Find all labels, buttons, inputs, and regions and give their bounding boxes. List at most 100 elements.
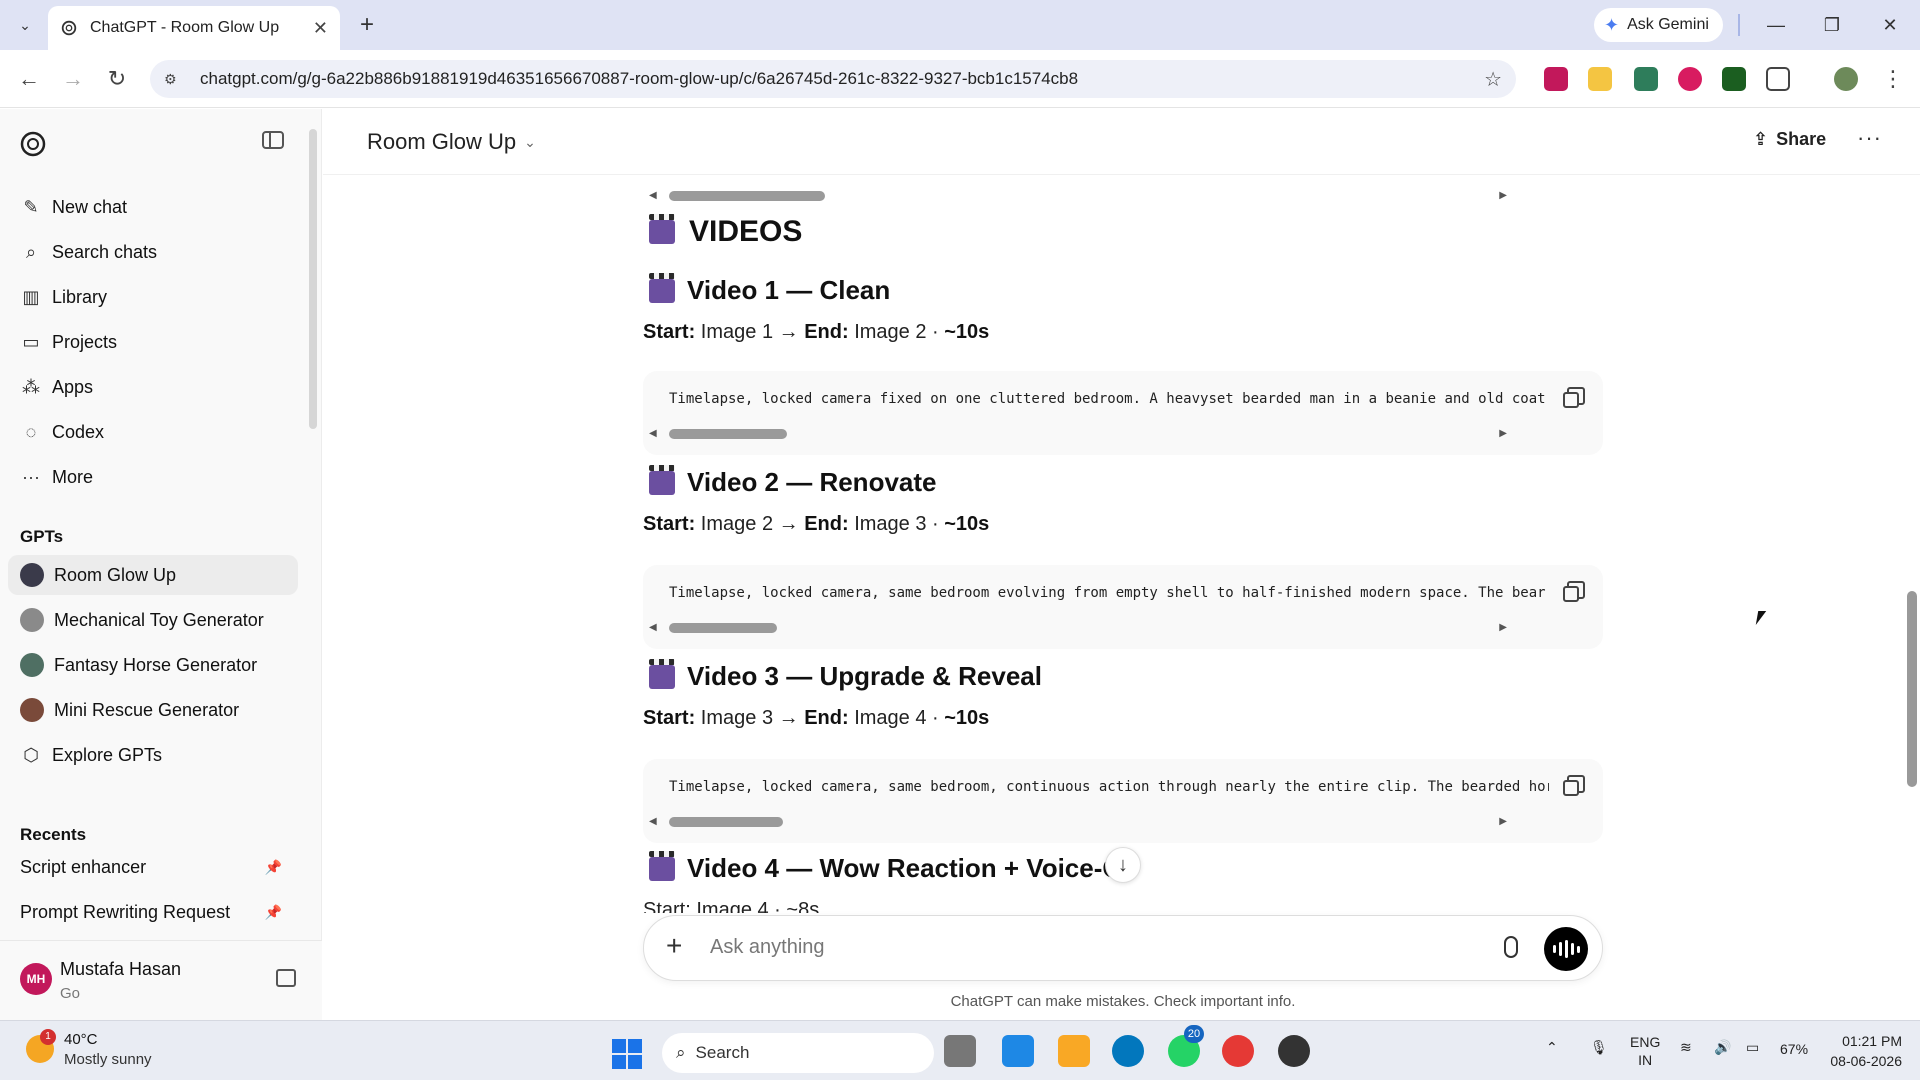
sidebar-item-search-chats[interactable]: ⌕ Search chats [8,232,298,272]
extension-notes-icon[interactable] [1588,67,1612,91]
battery-icon[interactable]: ▭ [1746,1039,1759,1056]
file-explorer-icon[interactable] [1058,1035,1090,1067]
lang-bottom: IN [1638,1052,1653,1068]
wifi-icon[interactable]: ≋ [1680,1039,1692,1056]
extension-clapper-icon[interactable] [1634,67,1658,91]
microphone-icon[interactable] [1504,936,1518,958]
edge-icon[interactable] [1112,1035,1144,1067]
extension-box-icon[interactable] [1722,67,1746,91]
browser-tab[interactable]: ChatGPT - Room Glow Up ✕ [48,6,340,50]
chevron-down-icon: ⌄ [524,133,536,150]
extension-download-icon[interactable] [1544,67,1568,91]
code-hscroll[interactable]: ◀ ▶ [649,187,1549,203]
reload-button[interactable]: ↻ [100,62,134,96]
tray-mic-icon[interactable]: 🎙 [1590,1039,1608,1056]
pin-icon[interactable]: 📌 [265,904,282,921]
start-label: Start: [643,707,696,729]
extension-shield-icon[interactable] [1678,67,1702,91]
sidebar-gpt-room-glow-up[interactable]: Room Glow Up [8,555,298,595]
add-attachment-icon[interactable]: + [666,930,682,962]
sidebar-item-codex[interactable]: ◌ Codex [8,412,298,452]
video-title: Video 3 — Upgrade & Reveal [649,658,1042,692]
close-window-button[interactable]: ✕ [1870,10,1910,40]
gpt-title-dropdown[interactable]: Room Glow Up ⌄ [367,129,536,155]
sidebar-gpt-mini-rescue-generator[interactable]: Mini Rescue Generator [8,690,298,730]
sidebar-gpt-mechanical-toy-generator[interactable]: Mechanical Toy Generator [8,600,298,640]
scroll-to-bottom-button[interactable]: ↓ [1105,847,1141,883]
scroll-thumb[interactable] [669,429,787,439]
copy-icon[interactable] [1561,579,1585,603]
chat-scrollbar[interactable] [1907,591,1917,787]
sidebar-item-library[interactable]: ▥ Library [8,277,298,317]
scroll-left-icon[interactable]: ◀ [649,622,657,633]
site-info-icon[interactable]: ⚙ [164,71,184,88]
section-title-text: VIDEOS [689,215,803,248]
voice-mode-button[interactable] [1544,927,1588,971]
minimize-window-button[interactable]: — [1756,10,1796,40]
sidebar: ✎ New chat ⌕ Search chats ▥ Library ▭ Projec… [0,109,322,1020]
forward-button[interactable]: → [56,62,90,96]
sidebar-scrollbar[interactable] [309,129,317,429]
chrome-icon[interactable] [1222,1035,1254,1067]
scroll-thumb[interactable] [669,623,777,633]
scroll-right-icon[interactable]: ▶ [1499,816,1507,827]
more-options-button[interactable]: ··· [1857,125,1882,151]
ask-gemini-button[interactable]: ✦ Ask Gemini [1594,8,1723,42]
sidebar-item-more[interactable]: ··· More [8,457,298,497]
taskbar-search[interactable]: ⌕ Search [662,1033,934,1073]
recent-chat-item[interactable]: Script enhancer 📌 [8,847,298,887]
browser-menu-icon[interactable]: ⋮ [1876,62,1910,96]
bookmark-star-icon[interactable]: ☆ [1484,67,1502,92]
sidebar-item-projects[interactable]: ▭ Projects [8,322,298,362]
sidebar-item-apps[interactable]: ⁂ Apps [8,367,298,407]
copy-icon[interactable] [1561,773,1585,797]
volume-icon[interactable]: 🔊 [1714,1039,1731,1056]
gift-icon[interactable] [276,969,296,987]
profile-avatar-icon[interactable] [1834,67,1858,91]
scroll-left-icon[interactable]: ◀ [649,428,657,439]
browser-toolbar: ← → ↻ ⚙ chatgpt.com/g/g-6a22b886b9188191… [0,50,1920,108]
new-tab-button[interactable]: + [352,10,382,40]
restore-window-button[interactable]: ❐ [1812,10,1852,40]
end-label: End: [804,321,849,343]
sidebar-gpt-fantasy-horse-generator[interactable]: Fantasy Horse Generator [8,645,298,685]
tray-overflow-icon[interactable]: ⌃ [1546,1039,1558,1056]
scroll-thumb[interactable] [669,191,825,201]
language-indicator[interactable]: ENG IN [1630,1033,1660,1069]
extensions-puzzle-icon[interactable] [1766,67,1790,91]
store-icon[interactable] [1002,1035,1034,1067]
scroll-left-icon[interactable]: ◀ [649,190,657,201]
clock[interactable]: 01:21 PM 08-06-2026 [1822,1031,1902,1071]
video-meta: Start: Image 3 → End: Image 4 · ~10s [643,707,989,730]
copy-icon[interactable] [1561,385,1585,409]
chatgpt-app-icon[interactable] [1278,1035,1310,1067]
start-button[interactable] [612,1039,642,1069]
sidebar-explore-gpts[interactable]: ⬡ Explore GPTs [8,735,298,775]
code-hscroll[interactable]: ◀ ▶ [649,813,1549,829]
tab-search-menu-button[interactable]: ⌄ [10,10,40,40]
back-button[interactable]: ← [12,62,46,96]
scroll-left-icon[interactable]: ◀ [649,816,657,827]
scroll-right-icon[interactable]: ▶ [1499,428,1507,439]
scroll-thumb[interactable] [669,817,783,827]
start-value: Image 2 → [700,513,799,535]
scroll-right-icon[interactable]: ▶ [1499,622,1507,633]
code-hscroll[interactable]: ◀ ▶ [649,619,1549,635]
chatgpt-logo-icon[interactable] [18,129,48,159]
sidebar-item-new-chat[interactable]: ✎ New chat [8,187,298,227]
address-bar[interactable]: ⚙ chatgpt.com/g/g-6a22b886b91881919d4635… [150,60,1516,98]
message-input[interactable]: Ask anything [710,936,825,959]
code-hscroll[interactable]: ◀ ▶ [649,425,1549,441]
apps-icon: ⁂ [22,376,40,397]
user-menu[interactable]: MH Mustafa Hasan Go [0,940,322,1020]
sidebar-toggle-icon[interactable] [262,131,284,149]
pin-icon[interactable]: 📌 [265,859,282,876]
recent-chat-item[interactable]: Prompt Rewriting Request 📌 [8,892,298,932]
edit-icon: ✎ [23,196,39,217]
scroll-right-icon[interactable]: ▶ [1499,190,1507,201]
recent-chat-label: Prompt Rewriting Request [20,901,231,922]
share-button[interactable]: ⇪ Share [1753,129,1826,150]
weather-badge: 1 [40,1029,56,1045]
close-tab-icon[interactable]: ✕ [313,18,328,39]
task-view-icon[interactable] [944,1035,976,1067]
